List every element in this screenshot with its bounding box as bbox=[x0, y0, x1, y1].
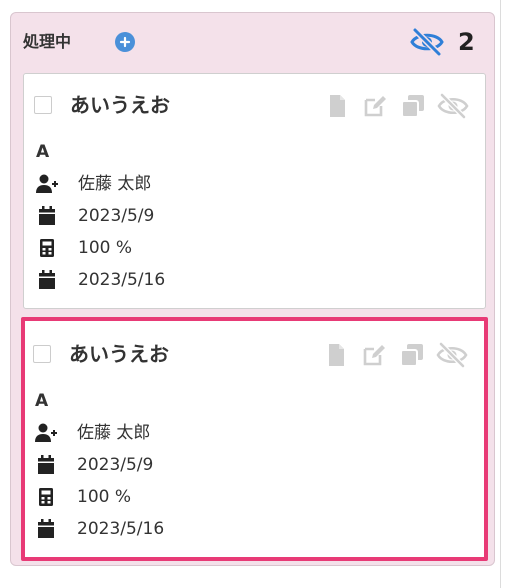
column-visibility-toggle[interactable] bbox=[409, 27, 445, 57]
card-progress-row: 100 % bbox=[35, 485, 455, 509]
edit-button[interactable] bbox=[361, 92, 389, 120]
card-start-date-row: 2023/5/9 bbox=[35, 453, 455, 477]
kanban-column: 処理中 2 あいうえお A 佐藤 太郎 2023/5/9 100 % 2023/… bbox=[10, 12, 495, 566]
file-icon bbox=[330, 95, 345, 117]
due-date: 2023/5/16 bbox=[78, 270, 166, 290]
eye-slash-icon bbox=[437, 92, 469, 120]
task-card[interactable]: あいうえお A 佐藤 太郎 2023/5/9 100 % 2023/5/16 bbox=[23, 73, 486, 309]
assignee-name: 佐藤 太郎 bbox=[77, 423, 151, 443]
card-title: あいうえお bbox=[69, 342, 169, 366]
card-assignee-row: 佐藤 太郎 bbox=[36, 172, 456, 196]
copy-icon bbox=[400, 344, 423, 367]
column-card-count: 2 bbox=[458, 28, 475, 56]
progress-value: 100 % bbox=[78, 238, 133, 258]
card-start-date-row: 2023/5/9 bbox=[36, 204, 456, 228]
font-symbol: A bbox=[35, 391, 49, 411]
column-header: 処理中 2 bbox=[23, 27, 483, 59]
edit-button[interactable] bbox=[360, 341, 388, 369]
edit-icon bbox=[364, 96, 386, 117]
card-font-row: A bbox=[36, 140, 456, 164]
user-plus-icon bbox=[36, 174, 58, 193]
due-date: 2023/5/16 bbox=[77, 519, 165, 539]
user-plus-icon bbox=[35, 423, 57, 442]
right-divider bbox=[500, 0, 501, 588]
document-button[interactable] bbox=[322, 341, 350, 369]
assignee-name: 佐藤 太郎 bbox=[78, 174, 152, 194]
card-due-date-row: 2023/5/16 bbox=[36, 268, 456, 292]
file-icon bbox=[329, 344, 344, 366]
calendar-icon bbox=[39, 270, 55, 289]
copy-button[interactable] bbox=[399, 92, 427, 120]
card-actions bbox=[323, 92, 473, 120]
add-card-button[interactable] bbox=[115, 32, 135, 52]
column-title: 処理中 bbox=[23, 32, 72, 51]
card-font-row: A bbox=[35, 389, 455, 413]
card-due-date-row: 2023/5/16 bbox=[35, 517, 455, 541]
hide-card-button[interactable] bbox=[437, 92, 469, 120]
calendar-icon bbox=[38, 455, 54, 474]
eye-slash-icon bbox=[436, 341, 468, 369]
card-progress-row: 100 % bbox=[36, 236, 456, 260]
eye-slash-icon bbox=[410, 27, 444, 57]
calendar-icon bbox=[39, 206, 55, 225]
copy-icon bbox=[401, 95, 424, 118]
calculator-icon bbox=[40, 239, 54, 257]
card-checkbox[interactable] bbox=[33, 345, 51, 363]
start-date: 2023/5/9 bbox=[77, 455, 154, 475]
calendar-icon bbox=[38, 519, 54, 538]
calculator-icon bbox=[39, 488, 53, 506]
card-title: あいうえお bbox=[70, 93, 170, 117]
card-checkbox[interactable] bbox=[34, 96, 52, 114]
task-card-selected[interactable]: あいうえお A 佐藤 太郎 2023/5/9 100 % 2023/5/16 bbox=[21, 317, 488, 561]
plus-icon bbox=[119, 36, 131, 48]
document-button[interactable] bbox=[323, 92, 351, 120]
edit-icon bbox=[363, 345, 385, 366]
font-symbol: A bbox=[36, 142, 50, 162]
hide-card-button[interactable] bbox=[436, 341, 468, 369]
start-date: 2023/5/9 bbox=[78, 206, 155, 226]
copy-button[interactable] bbox=[398, 341, 426, 369]
progress-value: 100 % bbox=[77, 487, 132, 507]
card-actions bbox=[322, 341, 472, 369]
card-assignee-row: 佐藤 太郎 bbox=[35, 421, 455, 445]
